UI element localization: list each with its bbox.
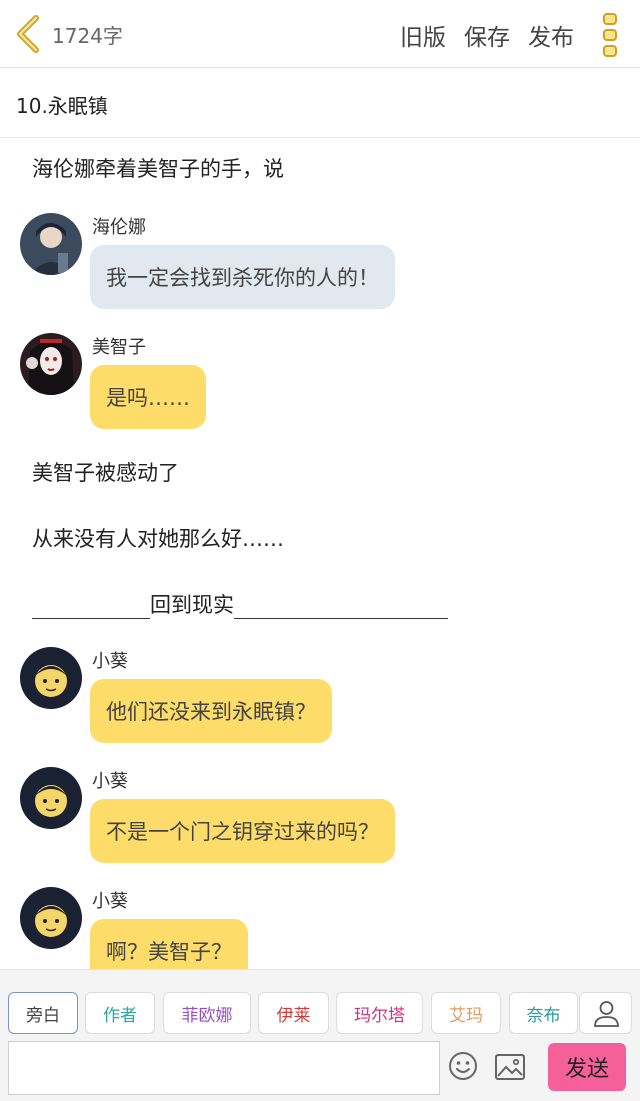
- old-version-button[interactable]: 旧版: [400, 18, 446, 52]
- message-bubble[interactable]: 啊？美智子？: [90, 919, 248, 969]
- helena-avatar[interactable]: [20, 213, 82, 275]
- chapter-title: 10.永眠镇: [16, 94, 108, 118]
- speaker-name: 小葵: [92, 651, 128, 672]
- character-chip-narrator[interactable]: 旁白: [8, 992, 78, 1034]
- emoji-icon[interactable]: [447, 1050, 479, 1082]
- message-bubble[interactable]: 他们还没来到永眠镇？: [90, 679, 332, 743]
- add-character-button[interactable]: [579, 992, 632, 1034]
- character-chip-fiona[interactable]: 菲欧娜: [163, 992, 251, 1034]
- message-bubble[interactable]: 是吗……: [90, 365, 206, 429]
- image-icon[interactable]: [494, 1052, 526, 1082]
- character-chip-label: 奈布: [526, 1005, 561, 1026]
- separator-text: 回到现实: [150, 593, 234, 617]
- speaker-name: 小葵: [92, 891, 128, 912]
- publish-button[interactable]: 发布: [528, 18, 574, 52]
- user-icon: [594, 1001, 619, 1027]
- save-button[interactable]: 保存: [464, 18, 510, 52]
- speaker-name: 海伦娜: [92, 217, 146, 238]
- character-chip-label: 艾玛: [449, 1005, 483, 1026]
- story-content[interactable]: 海伦娜牵着美智子的手，说 海伦娜 我一定会找到杀死你的人的！ 美智子 是吗…… …: [0, 139, 640, 969]
- xiaokui-avatar[interactable]: [20, 767, 82, 829]
- composer-bar: 旁白 作者 菲欧娜 伊莱 玛尔塔 艾玛 奈布 发送: [0, 969, 640, 1101]
- top-bar: 1724字 旧版 保存 发布: [0, 0, 640, 68]
- character-chip-label: 玛尔塔: [354, 1005, 405, 1026]
- character-chip-author[interactable]: 作者: [85, 992, 155, 1034]
- character-chip-label: 作者: [103, 1005, 137, 1026]
- character-chip-naib[interactable]: 奈布: [509, 992, 578, 1034]
- top-actions: 旧版 保存 发布: [400, 18, 574, 52]
- message-bubble[interactable]: 我一定会找到杀死你的人的！: [90, 245, 395, 309]
- narration-text: 海伦娜牵着美智子的手，说: [32, 157, 284, 181]
- send-button[interactable]: 发送: [548, 1043, 626, 1091]
- character-chip-label: 伊莱: [276, 1005, 311, 1026]
- character-chip-eli[interactable]: 伊莱: [258, 992, 329, 1034]
- michiko-avatar[interactable]: [20, 333, 82, 395]
- character-chip-label: 菲欧娜: [181, 1005, 233, 1026]
- more-menu-icon[interactable]: [602, 12, 618, 58]
- scene-separator: 回到现实: [32, 589, 448, 619]
- message-input[interactable]: [8, 1041, 440, 1095]
- chapter-title-bar[interactable]: 10.永眠镇: [0, 68, 640, 138]
- speaker-name: 小葵: [92, 771, 128, 792]
- character-chip-label: 旁白: [26, 1005, 60, 1026]
- back-arrow-icon[interactable]: [12, 14, 46, 54]
- xiaokui-avatar[interactable]: [20, 887, 82, 949]
- narration-text: 美智子被感动了: [32, 461, 179, 485]
- narration-text: 从来没有人对她那么好……: [32, 527, 284, 551]
- word-count: 1724字: [52, 24, 123, 48]
- character-chip-emma[interactable]: 艾玛: [431, 992, 501, 1034]
- character-chip-martha[interactable]: 玛尔塔: [336, 992, 423, 1034]
- message-bubble[interactable]: 不是一个门之钥穿过来的吗？: [90, 799, 395, 863]
- speaker-name: 美智子: [92, 337, 146, 358]
- xiaokui-avatar[interactable]: [20, 647, 82, 709]
